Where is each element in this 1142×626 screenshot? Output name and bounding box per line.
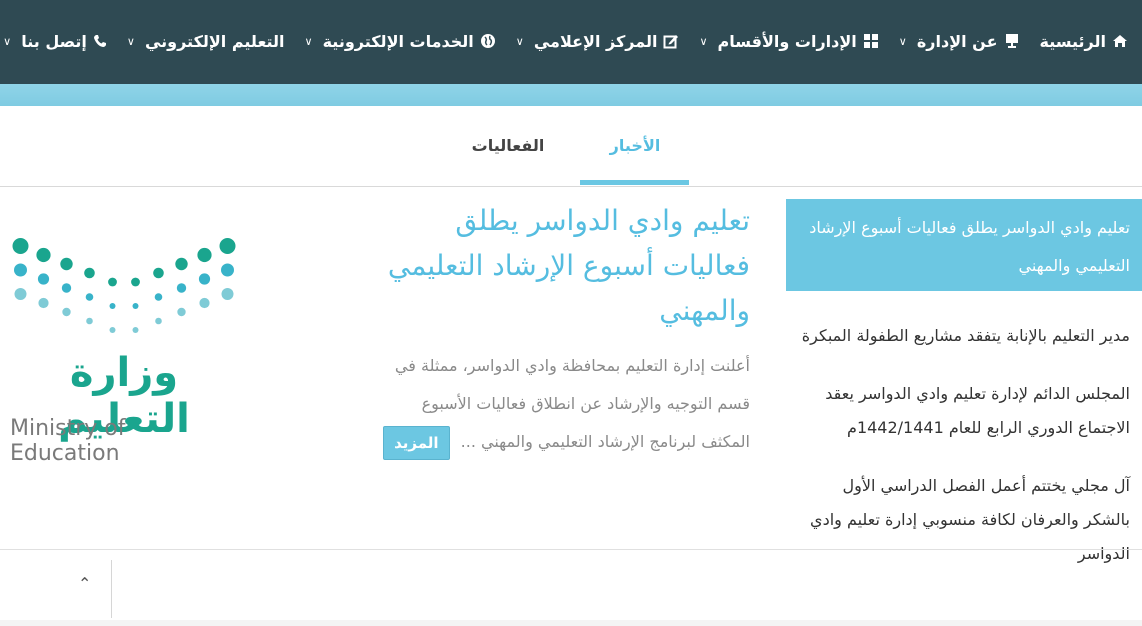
decorative-strip [0, 84, 1142, 106]
logo-english-text: Ministry of Education [10, 416, 126, 466]
nav-home[interactable]: الرئيسية [1040, 32, 1129, 51]
logo-dot [12, 238, 29, 254]
logo-dot [14, 288, 27, 300]
presentation-icon [1004, 33, 1020, 49]
logo-dot [219, 238, 236, 254]
logo-dot [197, 247, 212, 263]
logo-dot [60, 257, 73, 271]
active-tab-indicator [580, 180, 689, 185]
logo-dot [62, 307, 71, 317]
nav-e-services-label: الخدمات الإلكترونية [322, 31, 474, 51]
tab-events[interactable]: الفعاليات [455, 136, 561, 155]
logo-dot [109, 327, 116, 333]
home-icon [1112, 34, 1128, 48]
logo-dot [38, 297, 49, 309]
logo-dot [131, 277, 140, 287]
article-summary: أعلنت إدارة التعليم بمحافظة وادي الدواسر… [372, 347, 750, 461]
edit-icon [663, 33, 679, 49]
logo-dot [61, 283, 72, 293]
logo-dot [199, 297, 210, 309]
news-list-item[interactable]: مدير التعليم بالإنابة يتفقد مشاريع الطفو… [786, 319, 1142, 353]
nav-menu: الرئيسية عن الإدارة ∨ الإدارات والأقسام … [3, 24, 1128, 58]
logo-dot [108, 277, 117, 287]
logo-dot [221, 263, 234, 277]
nav-e-learning[interactable]: التعليم الإلكتروني ∨ [127, 32, 285, 51]
footer-separator [111, 560, 112, 618]
logo-dot [155, 317, 162, 325]
logo-dot [36, 247, 51, 263]
logo-dot [153, 267, 164, 279]
nav-contact-label: إتصل بنا [21, 31, 87, 51]
content-divider [0, 549, 1142, 550]
nav-media-center-label: المركز الإعلامي [533, 31, 658, 51]
logo-dot [84, 267, 95, 279]
logo-dot [86, 317, 93, 325]
logo-dot [132, 327, 139, 333]
chevron-down-icon: ∨ [898, 34, 907, 48]
nav-e-learning-label: التعليم الإلكتروني [144, 31, 285, 51]
logo-dot [85, 293, 94, 301]
logo-dot [154, 293, 163, 301]
globe-icon [480, 33, 496, 49]
logo-dots-emblem [12, 238, 236, 333]
chevron-down-icon: ∨ [126, 34, 135, 48]
news-list: تعليم وادي الدواسر يطلق فعاليات أسبوع ال… [786, 199, 1142, 571]
news-list-item[interactable]: المجلس الدائم لإدارة تعليم وادي الدواسر … [786, 377, 1142, 445]
phone-icon [93, 34, 107, 48]
nav-e-services[interactable]: الخدمات الإلكترونية ∨ [305, 32, 496, 51]
nav-departments[interactable]: الإدارات والأقسام ∨ [699, 32, 878, 51]
footer-line [0, 620, 1142, 626]
top-navigation: الرئيسية عن الإدارة ∨ الإدارات والأقسام … [0, 0, 1142, 84]
news-list-item-active[interactable]: تعليم وادي الدواسر يطلق فعاليات أسبوع ال… [786, 199, 1142, 291]
logo-dot [177, 307, 186, 317]
tab-news[interactable]: الأخبار [582, 136, 688, 155]
ministry-logo: وزارة التعليم Ministry of Education [8, 232, 248, 466]
grid-icon [863, 33, 879, 49]
article-title[interactable]: تعليم وادي الدواسر يطلق فعاليات أسبوع ال… [372, 198, 750, 333]
chevron-down-icon: ∨ [699, 34, 708, 48]
nav-media-center[interactable]: المركز الإعلامي ∨ [516, 32, 680, 51]
nav-about-label: عن الإدارة [916, 31, 998, 51]
logo-dot [176, 283, 187, 293]
chevron-up-icon[interactable]: ⌃ [78, 574, 91, 593]
read-more-button[interactable]: المزيد [383, 425, 450, 460]
logo-dot [132, 303, 139, 309]
logo-dot [14, 263, 27, 277]
news-tabs: الأخبار الفعاليات [0, 106, 1142, 187]
chevron-down-icon: ∨ [515, 34, 524, 48]
chevron-down-icon: ∨ [3, 34, 12, 48]
nav-about[interactable]: عن الإدارة ∨ [899, 32, 1020, 51]
logo-dot [109, 303, 116, 309]
nav-contact[interactable]: إتصل بنا ∨ [3, 32, 107, 51]
chevron-down-icon: ∨ [304, 34, 313, 48]
featured-article: تعليم وادي الدواسر يطلق فعاليات أسبوع ال… [372, 198, 750, 461]
nav-departments-label: الإدارات والأقسام [717, 31, 857, 51]
logo-dot [198, 273, 211, 285]
logo-dot [175, 257, 188, 271]
logo-dot [37, 273, 50, 285]
nav-home-label: الرئيسية [1039, 31, 1107, 51]
logo-dot [221, 288, 234, 300]
news-list-item[interactable]: آل مجلي يختتم أعمل الفصل الدراسي الأول ب… [786, 469, 1142, 571]
